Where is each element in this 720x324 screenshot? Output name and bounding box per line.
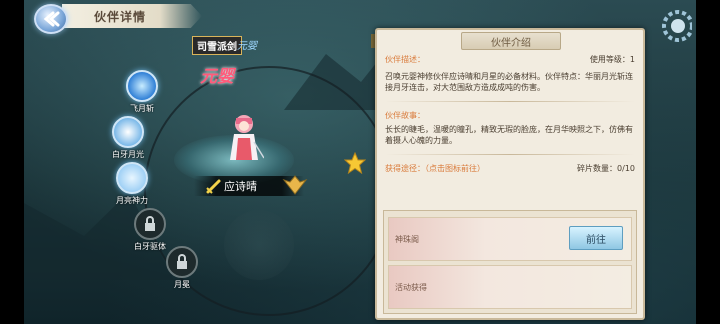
star-icon [344,152,366,174]
skill-label: 月冕 [174,280,190,289]
skill-slot-2[interactable]: 白牙月光 [98,116,158,160]
acquire-source-row: 神珠阁 前往 [388,217,632,261]
acquire-sources-list: 神珠阁 前往 活动获得 [383,210,637,314]
character-sprite[interactable] [224,112,264,164]
skill-icon [166,246,198,278]
acquire-source-row: 活动获得 [388,265,632,309]
skill-slot-3[interactable]: 月亮神力 [102,162,162,206]
skill-slot-5-locked[interactable]: 月冕 [152,246,212,290]
source-label: 活动获得 [395,282,427,292]
yin-yang-emblem [224,210,294,280]
skill-slot-1[interactable]: 飞月斩 [112,70,172,114]
story-text: 长长的睫毛，温暖的瞳孔，精致无瑕的脸庞，在月华映照之下，仿佛有着摄人心魄的力量。 [385,125,633,145]
skill-label: 白牙月光 [112,150,144,159]
skill-label: 飞月斩 [130,104,154,113]
lock-icon [145,216,155,231]
back-button[interactable] [34,4,68,34]
divider [385,101,635,102]
skill-icon [134,208,166,240]
right-letterbox [696,0,720,324]
goto-button-label: 前往 [586,234,606,246]
tab-label: 伙伴介绍 [491,37,531,49]
divider [385,154,635,155]
title-banner: 伙伴详情 [62,4,202,28]
left-letterbox [0,0,24,324]
gear-icon[interactable] [652,6,692,46]
source-label: 神珠阁 [395,234,419,244]
character-name: 应诗晴 [224,180,257,193]
panel-content: 伙伴描述： 使用等级：1 召唤元婴神修伙伴应诗晴和月星的必备材料。伙伴特点：华丽… [385,52,635,174]
skill-icon [116,162,148,194]
back-arrow-icon [43,11,60,27]
sword-icon [206,179,221,194]
lock-icon [177,254,187,269]
story-heading: 伙伴故事： [385,111,425,120]
partner-info-panel: 伙伴介绍 伙伴描述： 使用等级：1 召唤元婴神修伙伴应诗晴和月星的必备材料。伙伴… [375,28,645,320]
goto-button[interactable]: 前往 [569,226,623,250]
faction-name: 元婴 [237,41,257,52]
wing-badge-icon [282,175,308,195]
faction-tag: 司雪派剑 [192,36,242,55]
partner-detail-screen: 伙伴详情 司雪派剑 元婴 元婴 应诗晴 飞月斩 白牙月光 月亮神力 白牙驱体 月… [24,0,696,324]
fragment-count: 碎片数量：0/10 [577,164,635,173]
tab-partner-intro[interactable]: 伙伴介绍 [461,32,561,50]
skill-icon [112,116,144,148]
description-heading: 伙伴描述： [385,55,425,64]
skill-label: 月亮神力 [116,196,148,205]
description-text: 召唤元婴神修伙伴应诗晴和月星的必备材料。伙伴特点：华丽月光斩连接月牙连击，对大范… [385,72,633,92]
skill-icon [126,70,158,102]
page-title: 伙伴详情 [94,9,147,24]
level-requirement: 使用等级：1 [589,55,635,64]
character-rank-title: 元婴 [200,67,234,87]
acquire-heading: 获得途径：（点击图标前往） [385,164,485,173]
